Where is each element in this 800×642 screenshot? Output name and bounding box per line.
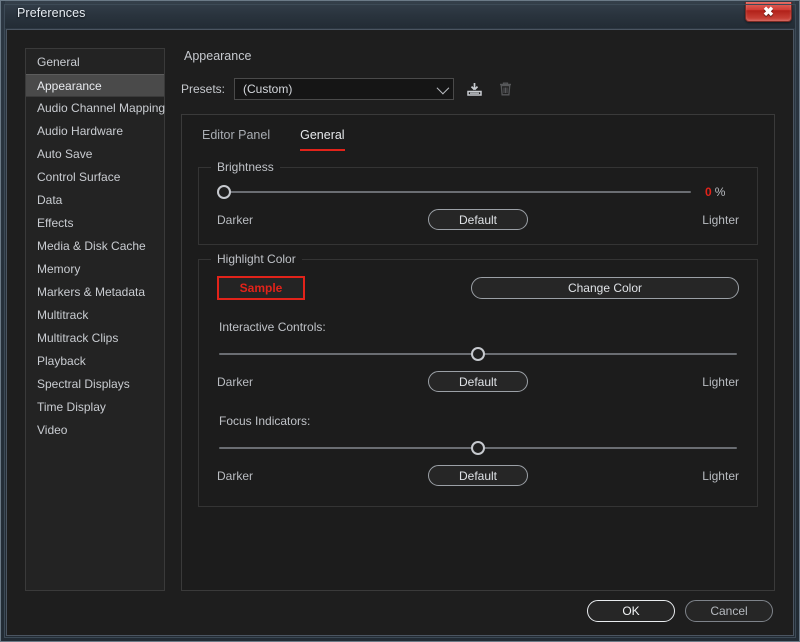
sidebar-item-control-surface[interactable]: Control Surface: [26, 166, 164, 189]
brightness-legend: Brightness: [211, 160, 280, 174]
sidebar-item-audio-hardware[interactable]: Audio Hardware: [26, 120, 164, 143]
settings-pane: Appearance Presets: (Custom) Editor Pane…: [181, 48, 775, 591]
brightness-darker-label: Darker: [217, 212, 254, 227]
sidebar-item-time-display[interactable]: Time Display: [26, 396, 164, 419]
tab-general[interactable]: General: [300, 128, 345, 151]
change-color-button[interactable]: Change Color: [471, 277, 739, 299]
sidebar-item-auto-save[interactable]: Auto Save: [26, 143, 164, 166]
brightness-slider-row: 0%: [217, 184, 739, 200]
focus-darker-label: Darker: [217, 468, 254, 483]
brightness-group: Brightness 0% Darker Default Lighter: [198, 160, 758, 245]
cancel-button[interactable]: Cancel: [685, 600, 773, 622]
tab-bar[interactable]: Editor Panel General: [196, 125, 760, 151]
brightness-slider[interactable]: [217, 184, 691, 200]
dialog-footer: OK Cancel: [7, 591, 793, 635]
preferences-window: Preferences ✖ General Appearance Audio Cha…: [0, 0, 800, 642]
sidebar-item-general[interactable]: General: [26, 51, 164, 74]
focus-indicators-labels: Darker Default Lighter: [217, 465, 739, 486]
focus-indicators-slider-handle[interactable]: [471, 441, 485, 455]
save-preset-icon: [466, 82, 482, 96]
presets-label: Presets:: [181, 82, 226, 96]
sidebar-item-multitrack-clips[interactable]: Multitrack Clips: [26, 327, 164, 350]
interactive-controls-label: Interactive Controls:: [219, 320, 326, 334]
sidebar-item-audio-channel-mapping[interactable]: Audio Channel Mapping: [26, 97, 165, 120]
interactive-controls-slider-handle[interactable]: [471, 347, 485, 361]
sidebar-item-multitrack[interactable]: Multitrack: [26, 304, 164, 327]
category-list[interactable]: General Appearance Audio Channel Mapping Au…: [25, 48, 165, 591]
brightness-labels: Darker Default Lighter: [217, 209, 739, 230]
page-title: Appearance: [184, 49, 252, 63]
interactive-darker-label: Darker: [217, 374, 254, 389]
focus-indicators-slider[interactable]: [219, 440, 737, 456]
sidebar-item-video[interactable]: Video: [26, 419, 164, 442]
window-title: Preferences: [17, 6, 86, 20]
sidebar-item-media-disk-cache[interactable]: Media & Disk Cache: [26, 235, 164, 258]
highlight-color-legend: Highlight Color: [211, 252, 302, 266]
sidebar-item-data[interactable]: Data: [26, 189, 164, 212]
appearance-card: Editor Panel General Brightness 0% Darke…: [181, 114, 775, 591]
brightness-lighter-label: Lighter: [702, 212, 739, 227]
sidebar-item-spectral-displays[interactable]: Spectral Displays: [26, 373, 164, 396]
interactive-controls-slider[interactable]: [219, 346, 737, 362]
close-button[interactable]: ✖: [745, 2, 792, 22]
focus-indicators-label: Focus Indicators:: [219, 414, 311, 428]
brightness-value: 0%: [705, 185, 739, 199]
close-icon: ✖: [763, 4, 774, 19]
delete-preset-button[interactable]: [494, 78, 516, 100]
preferences-dialog: General Appearance Audio Channel Mapping Au…: [6, 29, 794, 636]
presets-selected-value: (Custom): [243, 82, 293, 96]
title-bar: Preferences ✖: [5, 1, 795, 28]
dialog-body: General Appearance Audio Channel Mapping Au…: [7, 30, 793, 591]
presets-dropdown[interactable]: (Custom): [234, 78, 455, 100]
ok-button[interactable]: OK: [587, 600, 675, 622]
focus-lighter-label: Lighter: [702, 468, 739, 483]
highlight-sample-row: Sample Change Color: [217, 276, 739, 300]
interactive-controls-block: Interactive Controls: Darker Default Lig…: [217, 320, 739, 392]
focus-default-button[interactable]: Default: [428, 465, 528, 486]
highlight-sample-swatch[interactable]: Sample: [217, 276, 305, 300]
interactive-controls-labels: Darker Default Lighter: [217, 371, 739, 392]
trash-icon: [499, 82, 511, 96]
sidebar-item-effects[interactable]: Effects: [26, 212, 164, 235]
focus-indicators-block: Focus Indicators: Darker Default Lighter: [217, 414, 739, 486]
interactive-default-button[interactable]: Default: [428, 371, 528, 392]
sidebar-item-appearance[interactable]: Appearance: [26, 74, 164, 97]
sidebar-item-markers-metadata[interactable]: Markers & Metadata: [26, 281, 164, 304]
sidebar-item-playback[interactable]: Playback: [26, 350, 164, 373]
brightness-slider-track: [219, 191, 691, 193]
highlight-color-group: Highlight Color Sample Change Color Inte…: [198, 252, 758, 507]
brightness-value-unit: %: [714, 185, 726, 199]
brightness-value-number: 0: [705, 185, 712, 199]
presets-row: Presets: (Custom): [181, 78, 775, 100]
brightness-default-button[interactable]: Default: [428, 209, 528, 230]
tab-editor-panel[interactable]: Editor Panel: [202, 128, 270, 151]
interactive-lighter-label: Lighter: [702, 374, 739, 389]
save-preset-button[interactable]: [463, 78, 485, 100]
chevron-down-icon: [436, 81, 450, 95]
brightness-slider-handle[interactable]: [217, 185, 231, 199]
sidebar-item-memory[interactable]: Memory: [26, 258, 164, 281]
